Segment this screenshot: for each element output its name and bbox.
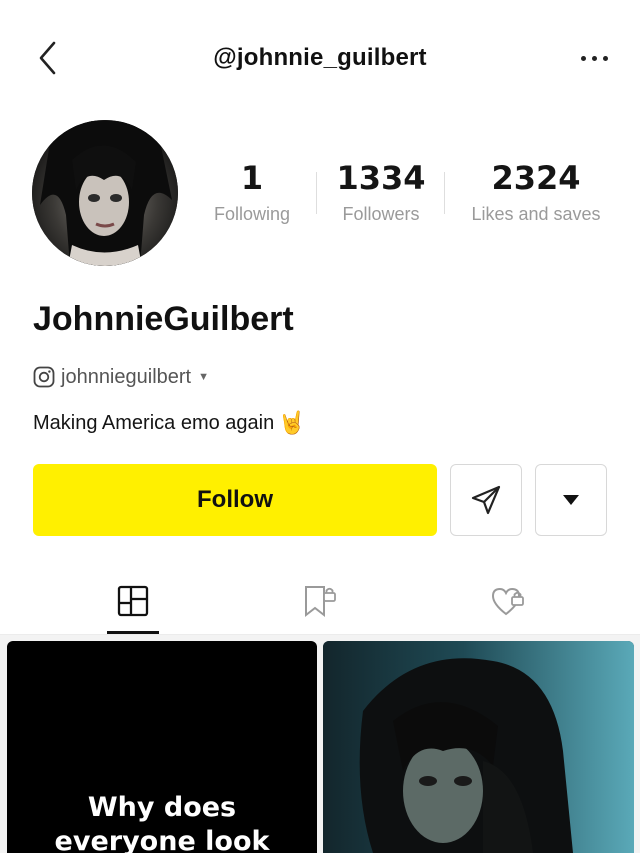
stat-likes-saves[interactable]: 2324 Likes and saves: [460, 160, 612, 225]
instagram-handle: johnnieguilbert: [61, 365, 192, 388]
send-icon: [471, 485, 501, 515]
profile-handle-title: @johnnie_guilbert: [213, 44, 427, 71]
post-card[interactable]: Why does everyone look: [7, 641, 317, 853]
rock-hand-emoji: 🤘: [278, 410, 306, 435]
bio-text: Making America emo again: [33, 411, 275, 434]
following-count: 1: [240, 159, 264, 197]
post-photo-icon: [323, 641, 634, 853]
more-actions-dropdown[interactable]: [535, 464, 607, 536]
instagram-icon: [33, 366, 55, 388]
message-button[interactable]: [450, 464, 522, 536]
more-options-button[interactable]: [574, 44, 614, 72]
post-caption: Why does everyone look: [54, 792, 270, 853]
top-bar: @johnnie_guilbert: [0, 0, 640, 118]
stat-divider: [444, 172, 445, 214]
avatar[interactable]: [32, 120, 178, 266]
post-card[interactable]: [323, 641, 634, 853]
tab-liked[interactable]: [478, 578, 538, 624]
instagram-link[interactable]: johnnieguilbert ▼: [33, 364, 209, 390]
tab-saved[interactable]: [290, 578, 350, 624]
liked-locked-icon: [491, 587, 524, 616]
profile-photo-icon: [32, 120, 178, 266]
display-name: JohnnieGuilbert: [33, 300, 294, 338]
likes-saves-count: 2324: [491, 159, 581, 197]
likes-saves-label: Likes and saves: [471, 204, 601, 224]
caret-down-icon: ▼: [198, 371, 209, 383]
tab-notes[interactable]: [103, 578, 163, 624]
stat-followers[interactable]: 1334 Followers: [330, 160, 432, 225]
stat-divider: [316, 172, 317, 214]
following-label: Following: [213, 204, 291, 224]
triangle-down-icon: [563, 495, 579, 505]
notes-grid-icon: [117, 585, 149, 617]
more-dots-icon: [580, 55, 586, 61]
stat-following[interactable]: 1 Following: [200, 160, 304, 225]
followers-count: 1334: [336, 159, 426, 197]
bio: Making America emo again 🤘: [33, 410, 306, 436]
saved-locked-icon: [305, 586, 336, 618]
followers-label: Followers: [342, 204, 420, 224]
follow-button[interactable]: Follow: [33, 464, 437, 536]
